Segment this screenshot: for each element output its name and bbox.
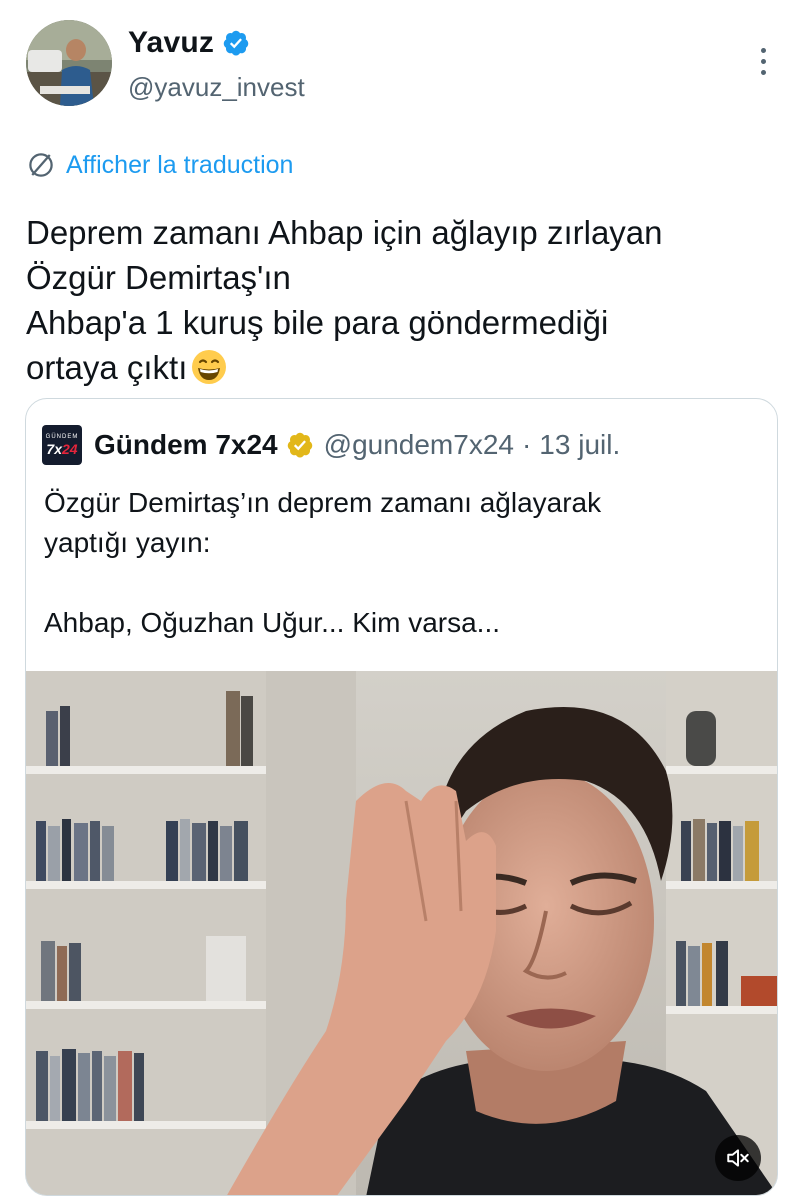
quoted-tweet-date[interactable]: 13 juil.	[539, 429, 620, 461]
tweet-text-body: Deprem zamanı Ahbap için ağlayıp zırlaya…	[26, 214, 663, 386]
translate-label[interactable]: Afficher la traduction	[66, 151, 293, 180]
meta-separator: ·	[521, 429, 532, 460]
quoted-tweet-header: GÜNDEM 7x24 Gündem 7x24 @gundem7x24 · 13…	[42, 425, 620, 465]
mute-button[interactable]	[715, 1135, 761, 1181]
author-name[interactable]: Yavuz	[128, 26, 214, 60]
quoted-account-handle[interactable]: @gundem7x24	[324, 429, 514, 461]
more-options-icon[interactable]	[753, 48, 773, 80]
logo-top-text: GÜNDEM	[45, 434, 79, 440]
grinning-face-emoji	[192, 350, 227, 384]
author-name-row[interactable]: Yavuz	[128, 26, 250, 60]
gold-verified-badge-icon	[287, 432, 312, 458]
quoted-video[interactable]	[26, 671, 777, 1195]
video-frame	[26, 671, 777, 1195]
quoted-tweet[interactable]: GÜNDEM 7x24 Gündem 7x24 @gundem7x24 · 13…	[25, 398, 778, 1196]
quoted-account-name[interactable]: Gündem 7x24	[94, 429, 278, 461]
translate-link[interactable]: Afficher la traduction	[26, 150, 293, 180]
logo-bottom-text: 7x24	[46, 441, 78, 457]
muted-speaker-icon	[727, 1149, 749, 1167]
quoted-tweet-text: Özgür Demirtaş’ın deprem zamanı ağlayara…	[44, 487, 602, 638]
globe-icon	[29, 153, 53, 177]
tweet-text: Deprem zamanı Ahbap için ağlayıp zırlaya…	[26, 210, 766, 390]
author-avatar[interactable]	[26, 20, 112, 106]
quoted-account-logo[interactable]: GÜNDEM 7x24	[42, 425, 82, 465]
verified-badge-icon	[223, 30, 249, 56]
author-handle[interactable]: @yavuz_invest	[128, 72, 305, 103]
